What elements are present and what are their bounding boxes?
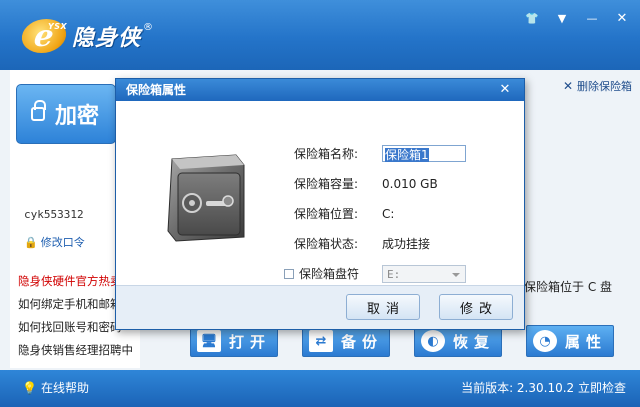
properties-button[interactable]: ◔ 属性	[526, 325, 614, 357]
capacity-row: 保险箱容量: 0.010 GB	[294, 175, 438, 193]
open-label: 打开	[229, 332, 272, 351]
location-label: 保险箱位置:	[294, 207, 359, 221]
skin-icon[interactable]: 👕	[518, 8, 546, 28]
safe-icon	[167, 154, 245, 242]
status-label: 保险箱状态:	[294, 237, 359, 251]
online-help-label: 在线帮助	[40, 381, 89, 395]
monitor-icon: 🖥	[197, 330, 221, 352]
safe-name-value: 保险箱1	[385, 148, 429, 162]
dialog-body: 保险箱名称: 保险箱1 保险箱容量: 0.010 GB 保险箱位置: C: 保险…	[120, 105, 520, 285]
drive-row: 保险箱盘符 E:	[284, 265, 466, 283]
drive-letter-select[interactable]: E:	[382, 265, 466, 283]
change-password-label: 修改口令	[40, 236, 85, 249]
safe-properties-dialog: 保险箱属性 ✕ 保险箱名称: 保险箱1 保险箱容量: 0.010 GB 保险箱位…	[115, 78, 525, 330]
main-titlebar: e YSX 隐身侠 ® 👕 ▼ — ✕	[0, 0, 640, 70]
location-value: C:	[382, 207, 395, 221]
version-info[interactable]: 当前版本: 2.30.10.2 立即检查	[461, 379, 626, 396]
location-row: 保险箱位置: C:	[294, 205, 394, 223]
cancel-button[interactable]: 取消	[346, 294, 420, 320]
modify-button[interactable]: 修改	[439, 294, 513, 320]
status-value: 成功挂接	[382, 237, 431, 251]
restore-label: 恢复	[453, 332, 496, 351]
lightbulb-icon: 💡	[22, 380, 37, 395]
delete-safe-label: 删除保险箱	[577, 80, 632, 93]
encrypt-label: 加密	[55, 104, 100, 129]
menu-dropdown-icon[interactable]: ▼	[548, 8, 576, 28]
arrows-icon: ⇄	[309, 330, 333, 352]
encrypt-button[interactable]: 加密	[16, 84, 116, 144]
properties-label: 属性	[565, 332, 608, 351]
delete-x-icon: ✕	[562, 79, 573, 93]
registered-mark: ®	[143, 22, 154, 33]
status-bar: 💡 在线帮助 当前版本: 2.30.10.2 立即检查	[0, 370, 640, 407]
drive-checkbox-group[interactable]: 保险箱盘符	[284, 265, 382, 283]
name-row: 保险箱名称: 保险箱1	[294, 145, 466, 163]
news-item[interactable]: 隐身侠销售经理招聘中	[18, 339, 138, 362]
pie-icon: ◔	[533, 330, 557, 352]
dialog-title: 保险箱属性	[126, 83, 187, 97]
padlock-icon: 🔒	[24, 235, 38, 249]
circle-icon: ◐	[421, 330, 445, 352]
dialog-close-button[interactable]: ✕	[496, 81, 514, 99]
safe-location-note: 保险箱位于 C 盘	[524, 280, 613, 294]
name-label: 保险箱名称:	[294, 147, 359, 161]
drive-checkbox[interactable]	[284, 268, 294, 279]
dialog-titlebar: 保险箱属性 ✕	[116, 79, 524, 101]
app-logo: e YSX 隐身侠 ®	[19, 16, 154, 56]
capacity-label: 保险箱容量:	[294, 177, 359, 191]
minimize-button[interactable]: —	[578, 8, 606, 28]
drive-label: 保险箱盘符	[299, 267, 360, 281]
username: cyk553312	[24, 208, 84, 221]
status-row: 保险箱状态: 成功挂接	[294, 235, 430, 253]
backup-label: 备份	[341, 332, 384, 351]
app-title: 隐身侠	[72, 26, 142, 51]
online-help-link[interactable]: 💡 在线帮助	[22, 379, 89, 396]
dialog-footer: 取消 修改	[116, 285, 524, 329]
capacity-value: 0.010 GB	[382, 177, 438, 191]
delete-safe-link[interactable]: ✕ 删除保险箱	[563, 78, 632, 94]
safe-name-input[interactable]: 保险箱1	[382, 145, 466, 162]
window-controls: 👕 ▼ — ✕	[518, 8, 636, 28]
lock-icon	[31, 100, 46, 121]
change-password-link[interactable]: 🔒 修改口令	[24, 234, 85, 250]
close-button[interactable]: ✕	[608, 8, 636, 28]
logo-ysx-tag: YSX	[48, 22, 68, 31]
